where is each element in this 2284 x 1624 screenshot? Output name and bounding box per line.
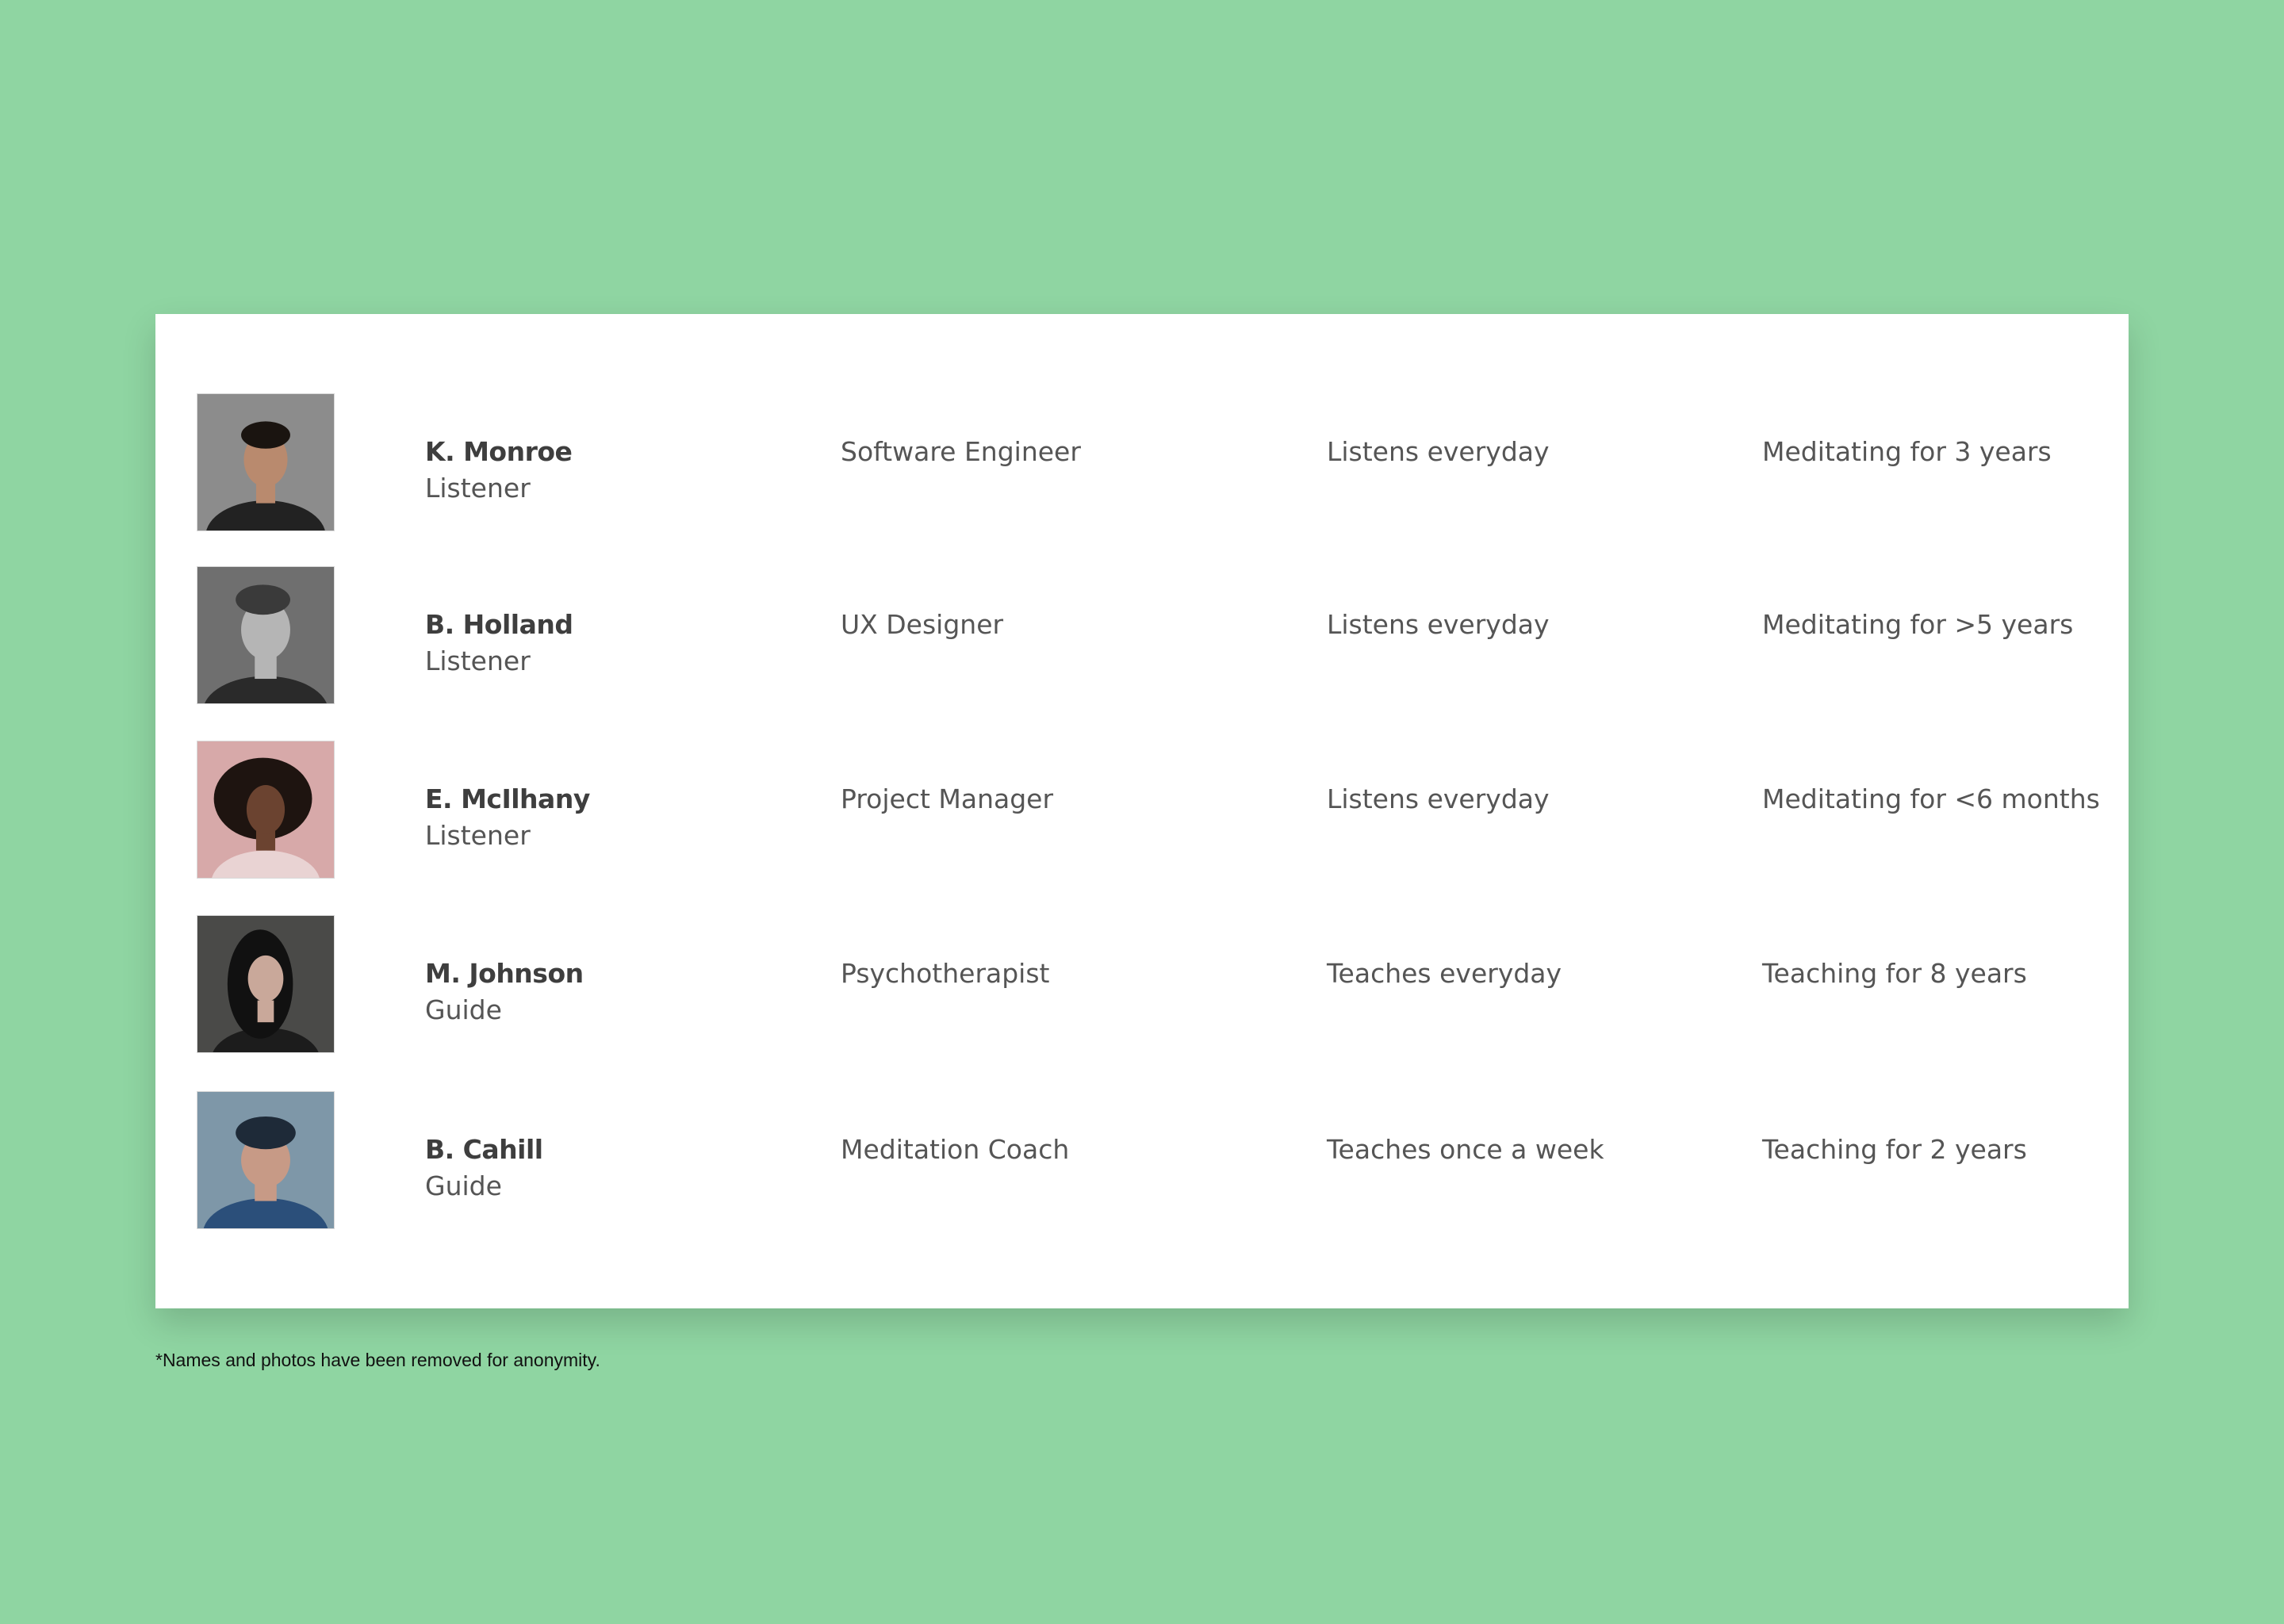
participant-role: Listener <box>425 820 531 851</box>
participant-experience: Teaching for 2 years <box>1762 1134 2027 1165</box>
avatar <box>197 393 335 531</box>
participant-name: B. Holland <box>425 609 573 640</box>
avatar <box>197 1091 335 1229</box>
participant-frequency: Teaches once a week <box>1327 1134 1604 1165</box>
participant-experience: Meditating for <6 months <box>1762 783 2100 814</box>
participant-frequency: Listens everyday <box>1327 783 1550 814</box>
participant-occupation: Meditation Coach <box>841 1134 1070 1165</box>
participant-row: K. Monroe Listener Software Engineer Lis… <box>155 393 2129 533</box>
participant-experience: Meditating for >5 years <box>1762 609 2074 640</box>
participant-frequency: Listens everyday <box>1327 436 1550 467</box>
participant-occupation: Software Engineer <box>841 436 1081 467</box>
participant-name: M. Johnson <box>425 958 584 989</box>
participant-experience: Meditating for 3 years <box>1762 436 2052 467</box>
participant-name: E. McIlhany <box>425 783 590 814</box>
participant-role: Listener <box>425 645 531 676</box>
participant-experience: Teaching for 8 years <box>1762 958 2027 989</box>
participant-role: Listener <box>425 473 531 504</box>
participant-role: Guide <box>425 1170 502 1201</box>
participant-occupation: UX Designer <box>841 609 1004 640</box>
participant-occupation: Psychotherapist <box>841 958 1050 989</box>
anonymity-footnote: *Names and photos have been removed for … <box>155 1350 600 1370</box>
avatar <box>197 741 335 879</box>
participant-role: Guide <box>425 994 502 1025</box>
participant-name: B. Cahill <box>425 1134 543 1165</box>
participant-row: E. McIlhany Listener Project Manager Lis… <box>155 741 2129 880</box>
avatar <box>197 915 335 1053</box>
participants-card: K. Monroe Listener Software Engineer Lis… <box>155 314 2129 1308</box>
participant-row: M. Johnson Guide Psychotherapist Teaches… <box>155 915 2129 1055</box>
participant-frequency: Teaches everyday <box>1327 958 1562 989</box>
participant-row: B. Cahill Guide Meditation Coach Teaches… <box>155 1091 2129 1231</box>
participant-occupation: Project Manager <box>841 783 1054 814</box>
participant-row: B. Holland Listener UX Designer Listens … <box>155 566 2129 706</box>
participant-name: K. Monroe <box>425 436 573 467</box>
participant-frequency: Listens everyday <box>1327 609 1550 640</box>
avatar <box>197 566 335 704</box>
